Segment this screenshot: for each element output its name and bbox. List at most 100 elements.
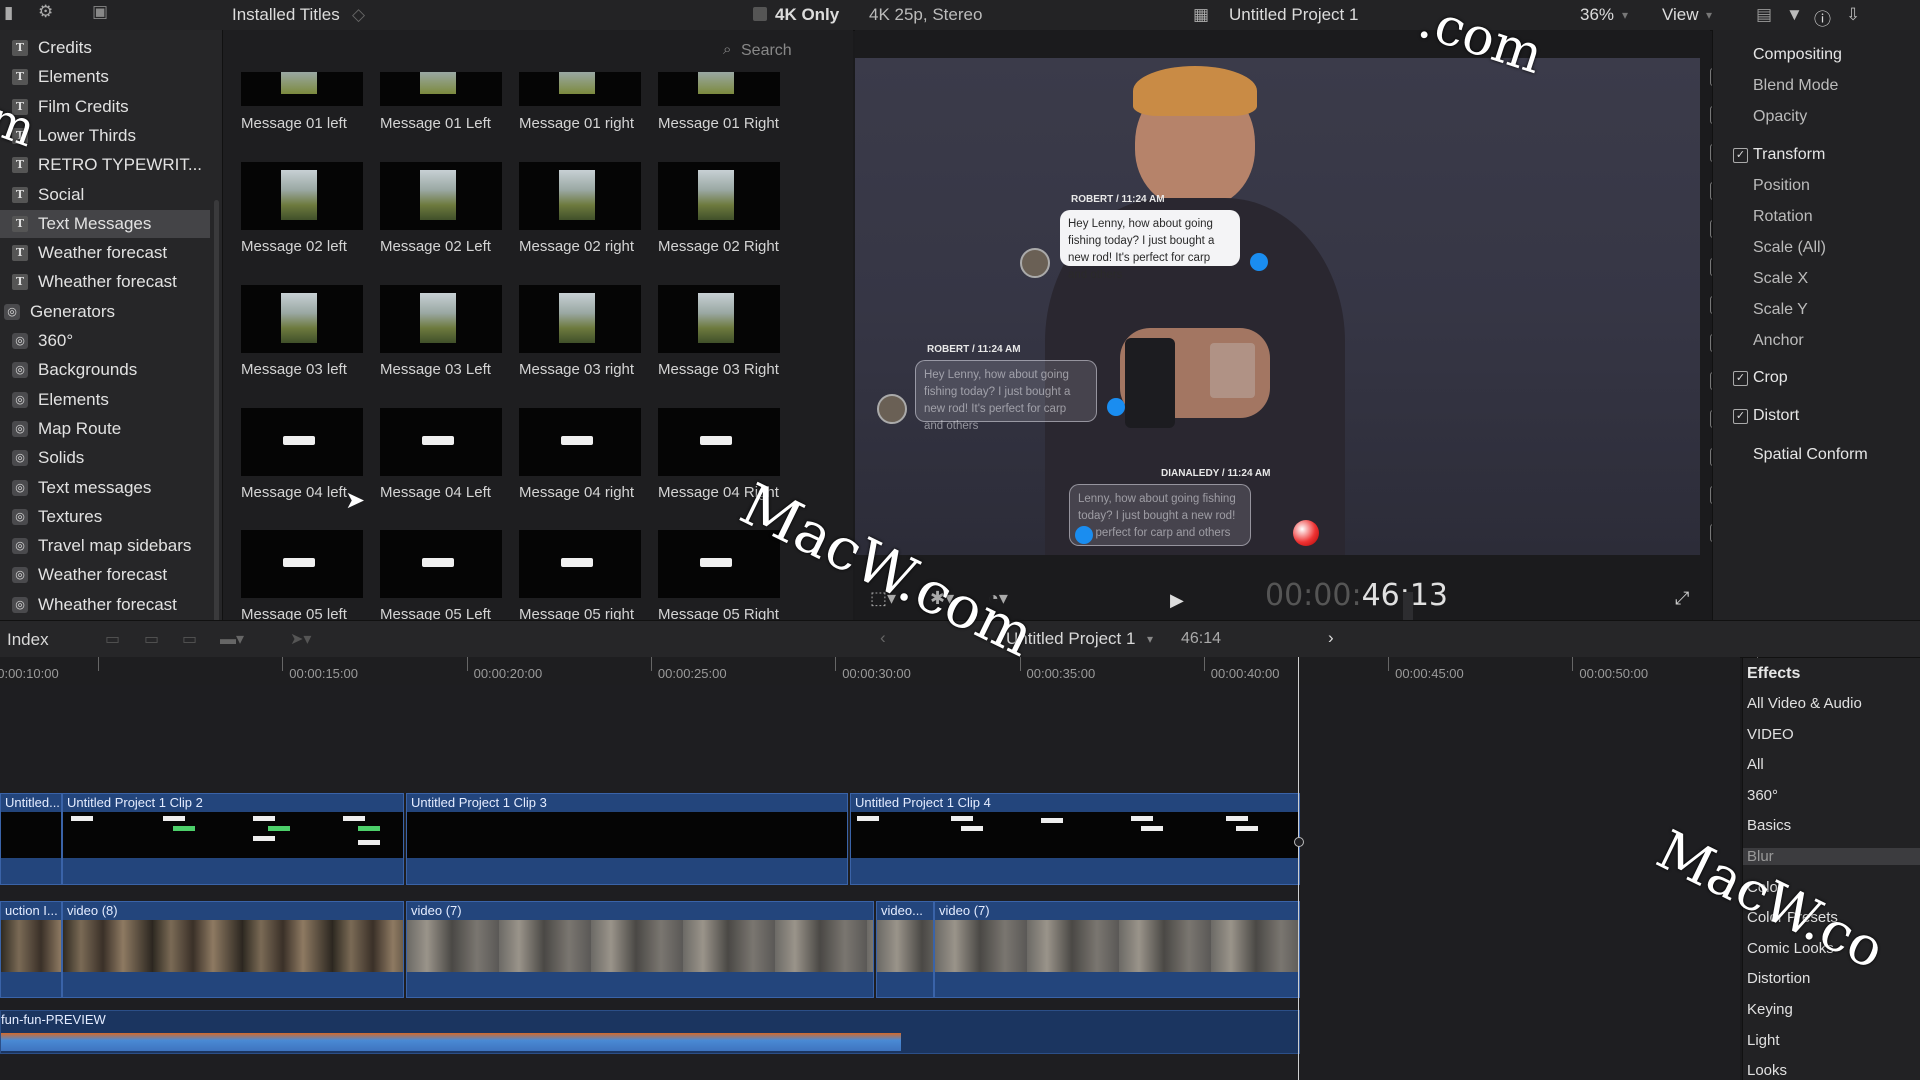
sidebar-item[interactable]: T Wheather forecast (0, 268, 210, 296)
sidebar-item[interactable]: ◎ Weather forecast (0, 561, 210, 589)
inspector-video-icon[interactable]: ▤ (1756, 5, 1772, 25)
video-clip[interactable]: video... (876, 901, 934, 998)
crop-checkbox[interactable]: ✓ (1733, 371, 1748, 386)
title-thumbnail[interactable] (658, 408, 780, 476)
select-tool-icon[interactable]: ➤▾ (290, 629, 311, 649)
zoom-level[interactable]: 36% (1580, 5, 1614, 25)
sidebar-item[interactable]: ◎ 360° (0, 327, 210, 355)
info-icon[interactable]: ⓘ (1814, 5, 1831, 30)
sidebar-item[interactable]: ◎ Travel map sidebars (0, 532, 210, 560)
inspector-scale-y[interactable]: Scale Y (1753, 301, 1808, 319)
sidebar-item[interactable]: ◎ Wheather forecast (0, 591, 210, 619)
effects-category[interactable]: VIDEO (1747, 726, 1794, 743)
effects-category[interactable]: All Video & Audio (1747, 695, 1862, 712)
connect-clip-icon[interactable]: ▭ (105, 629, 120, 649)
sidebar-item[interactable]: ◎ Solids (0, 444, 210, 472)
title-thumbnail[interactable] (380, 285, 502, 353)
sidebar-item[interactable]: T Credits (0, 34, 210, 62)
sidebar-item[interactable]: ◎ Text messages (0, 474, 210, 502)
title-thumbnail[interactable] (519, 408, 641, 476)
effects-category[interactable]: Basics (1747, 817, 1791, 834)
title-thumbnail[interactable] (380, 408, 502, 476)
fullscreen-icon[interactable]: ⤢ (1675, 588, 1689, 609)
append-clip-icon[interactable]: ▭ (182, 629, 197, 649)
effects-category[interactable]: Distortion (1747, 970, 1810, 987)
distort-checkbox[interactable]: ✓ (1733, 409, 1748, 424)
title-thumbnail[interactable] (519, 72, 641, 106)
video-clip[interactable]: video (8) (62, 901, 404, 998)
sidebar-item[interactable]: T Elements (0, 63, 210, 91)
sidebar-item[interactable]: T Text Messages (0, 209, 210, 238)
sidebar-item[interactable]: ◎ Elements (0, 386, 210, 414)
title-thumbnail[interactable] (241, 530, 363, 598)
effects-category[interactable]: Blur (1743, 848, 1920, 865)
title-thumbnail[interactable] (241, 285, 363, 353)
sidebar-item[interactable]: T Social (0, 181, 210, 209)
effects-category[interactable]: All (1747, 756, 1764, 773)
project-chevron-icon[interactable]: ▾ (1147, 632, 1153, 646)
title-thumbnail[interactable] (658, 72, 780, 106)
title-thumbnail[interactable] (380, 530, 502, 598)
title-clip[interactable]: Untitled Project 1 Clip 3 (406, 793, 848, 885)
timecode-display[interactable]: 00:00:46:13 (1265, 578, 1448, 613)
title-thumbnail[interactable] (658, 162, 780, 230)
transform-checkbox[interactable]: ✓ (1733, 148, 1748, 163)
overwrite-clip-icon[interactable]: ▬▾ (220, 629, 244, 649)
effects-category[interactable]: 360° (1747, 787, 1778, 804)
inspector-transform[interactable]: Transform (1753, 146, 1825, 164)
title-thumbnail[interactable] (241, 162, 363, 230)
inspector-spatial-conform[interactable]: Spatial Conform (1753, 446, 1868, 464)
video-preview[interactable]: ROBERT / 11:24 AM Hey Lenny, how about g… (855, 58, 1700, 555)
title-thumbnail[interactable] (519, 162, 641, 230)
title-thumbnail[interactable] (241, 72, 363, 106)
sidebar-item[interactable]: ◎ Textures (0, 503, 210, 531)
index-button[interactable]: Index (7, 630, 49, 650)
four-k-checkbox[interactable] (753, 7, 767, 21)
inspector-position[interactable]: Position (1753, 177, 1810, 195)
browser-title[interactable]: Installed Titles (232, 5, 340, 25)
sidebar-item[interactable]: ◎ Generators (0, 298, 210, 326)
video-clip[interactable]: uction I... (0, 901, 62, 998)
inspector-compositing[interactable]: Compositing (1753, 46, 1842, 64)
playhead-handle[interactable] (1294, 837, 1304, 847)
timeline-ruler[interactable]: 00:00:10:00 00:00:15:00 00:00:20:00 00:00:2… (0, 657, 1832, 685)
search-placeholder[interactable]: Search (741, 42, 792, 60)
effects-category[interactable]: Keying (1747, 1001, 1793, 1018)
sidebar-item[interactable]: ◎ Backgrounds (0, 356, 210, 384)
title-clip[interactable]: Untitled... (0, 793, 62, 885)
title-thumbnail[interactable] (241, 408, 363, 476)
title-thumbnail[interactable] (658, 285, 780, 353)
inspector-distort[interactable]: Distort (1753, 407, 1799, 425)
forward-arrow-icon[interactable]: › (1328, 628, 1334, 648)
title-thumbnail[interactable] (380, 162, 502, 230)
video-clip[interactable]: video (7) (406, 901, 874, 998)
audio-clip[interactable]: fun-fun-PREVIEW (0, 1010, 1300, 1054)
play-button-icon[interactable]: ▶ (1170, 590, 1184, 611)
title-thumbnail[interactable] (380, 72, 502, 106)
sidebar-scrollbar[interactable] (214, 200, 219, 640)
title-thumbnail[interactable] (519, 285, 641, 353)
inspector-blend-mode[interactable]: Blend Mode (1753, 77, 1838, 95)
title-thumbnail[interactable] (519, 530, 641, 598)
inspector-crop[interactable]: Crop (1753, 369, 1788, 387)
effects-category[interactable]: Looks (1747, 1062, 1787, 1079)
zoom-chevron-icon[interactable]: ▾ (1622, 8, 1628, 22)
inspector-opacity[interactable]: Opacity (1753, 108, 1807, 126)
share-icon[interactable]: ⇩ (1846, 5, 1860, 25)
inspector-scale-all[interactable]: Scale (All) (1753, 239, 1826, 257)
effects-category[interactable]: Light (1747, 1032, 1780, 1049)
filter-icon[interactable]: ▼ (1786, 5, 1803, 25)
title-clip[interactable]: Untitled Project 1 Clip 4 (850, 793, 1300, 885)
playhead[interactable] (1298, 657, 1299, 1080)
sidebar-item[interactable]: T Weather forecast (0, 239, 210, 267)
video-clip[interactable]: video (7) (934, 901, 1300, 998)
title-clip[interactable]: Untitled Project 1 Clip 2 (62, 793, 404, 885)
library-icon[interactable]: ▮ (4, 3, 13, 23)
titles-generators-icon[interactable]: ▣ (92, 2, 108, 22)
inspector-anchor[interactable]: Anchor (1753, 332, 1804, 350)
inspector-rotation[interactable]: Rotation (1753, 208, 1813, 226)
inspector-scale-x[interactable]: Scale X (1753, 270, 1808, 288)
sidebar-item[interactable]: T RETRO TYPEWRIT... (0, 151, 210, 179)
photos-audio-icon[interactable]: ⚙ (38, 2, 53, 22)
insert-clip-icon[interactable]: ▭ (144, 629, 159, 649)
